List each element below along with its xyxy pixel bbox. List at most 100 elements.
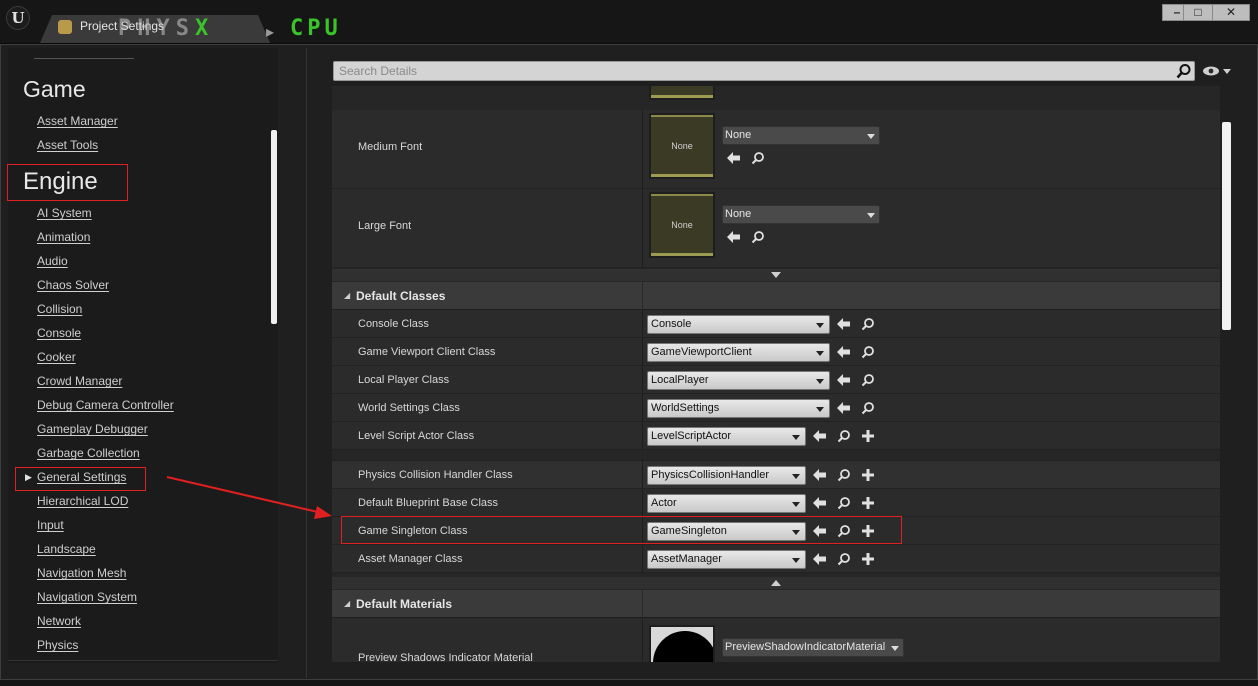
browse-magnifier-icon[interactable] xyxy=(861,401,875,415)
sidebar-item-asset-manager[interactable]: Asset Manager xyxy=(37,114,118,128)
use-selected-arrow-icon[interactable] xyxy=(727,151,741,165)
browse-magnifier-icon[interactable] xyxy=(837,552,851,566)
sidebar-item-physics[interactable]: Physics xyxy=(37,638,78,652)
column-divider xyxy=(642,394,643,422)
use-selected-arrow-icon[interactable] xyxy=(813,552,827,566)
chevron-down-icon xyxy=(816,323,824,328)
local-player-class-row: Local Player Class LocalPlayer xyxy=(332,366,1220,394)
asset-thumbnail[interactable]: None xyxy=(649,113,715,179)
category-default-materials[interactable]: ◢ Default Materials xyxy=(332,590,1220,618)
category-default-classes[interactable]: ◢ Default Classes xyxy=(332,282,1220,310)
search-details-input[interactable]: Search Details xyxy=(333,61,1195,81)
sidebar-item-collision[interactable]: Collision xyxy=(37,302,82,316)
use-selected-arrow-icon[interactable] xyxy=(727,230,741,244)
property-label: Large Font xyxy=(358,220,412,232)
sidebar-item-asset-tools[interactable]: Asset Tools xyxy=(37,138,98,152)
thumbnail-label: None xyxy=(671,220,693,230)
column-divider xyxy=(642,282,643,310)
sidebar-item-navigation-mesh[interactable]: Navigation Mesh xyxy=(37,566,126,580)
sidebar-item-landscape[interactable]: Landscape xyxy=(37,542,96,556)
browse-magnifier-icon[interactable] xyxy=(837,496,851,510)
sidebar-item-crowd-manager[interactable]: Crowd Manager xyxy=(37,374,122,388)
class-picker-combo[interactable]: Actor xyxy=(647,494,806,513)
browse-magnifier-icon[interactable] xyxy=(751,230,765,244)
material-asset-combo[interactable]: PreviewShadowIndicatorMaterial xyxy=(722,638,904,657)
class-picker-combo[interactable]: WorldSettings xyxy=(647,399,830,418)
chevron-down-icon xyxy=(867,213,875,218)
console-class-row: Console Class Console xyxy=(332,310,1220,338)
search-icon[interactable] xyxy=(1176,63,1192,79)
material-thumbnail[interactable] xyxy=(649,625,715,662)
advanced-collapser[interactable] xyxy=(332,577,1220,589)
maximize-button[interactable]: □ xyxy=(1183,4,1213,21)
use-selected-arrow-icon[interactable] xyxy=(837,373,851,387)
column-divider xyxy=(642,366,643,394)
highlight-box-engine xyxy=(7,164,128,201)
class-picker-combo[interactable]: AssetManager xyxy=(647,550,806,569)
physx-overlay-text: PHYSX xyxy=(118,16,215,41)
sidebar-item-navigation-system[interactable]: Navigation System xyxy=(37,590,137,604)
sidebar-item-input[interactable]: Input xyxy=(37,518,64,532)
browse-magnifier-icon[interactable] xyxy=(861,373,875,387)
sidebar-item-animation[interactable]: Animation xyxy=(37,230,90,244)
sidebar-item-ai-system[interactable]: AI System xyxy=(37,206,92,220)
class-picker-combo[interactable]: Console xyxy=(647,315,830,334)
close-button[interactable]: ✕ xyxy=(1212,4,1250,21)
class-picker-combo[interactable]: PhysicsCollisionHandler xyxy=(647,466,806,485)
use-selected-arrow-icon[interactable] xyxy=(837,401,851,415)
font-asset-combo[interactable]: None xyxy=(722,205,880,224)
sidebar-item-cooker[interactable]: Cooker xyxy=(37,350,76,364)
sidebar-divider xyxy=(34,58,134,59)
use-selected-arrow-icon[interactable] xyxy=(837,317,851,331)
browse-magnifier-icon[interactable] xyxy=(837,429,851,443)
use-selected-arrow-icon[interactable] xyxy=(813,496,827,510)
chevron-down-icon xyxy=(792,474,800,479)
sidebar-item-console[interactable]: Console xyxy=(37,326,81,340)
use-selected-arrow-icon[interactable] xyxy=(837,345,851,359)
font-asset-combo[interactable]: None xyxy=(722,126,880,145)
column-divider xyxy=(642,461,643,489)
sidebar-item-debug-camera-controller[interactable]: Debug Camera Controller xyxy=(37,398,174,412)
chevron-down-icon xyxy=(816,379,824,384)
sidebar-item-gameplay-debugger[interactable]: Gameplay Debugger xyxy=(37,422,148,436)
new-class-plus-icon[interactable] xyxy=(861,468,875,482)
property-label: World Settings Class xyxy=(358,402,460,414)
use-selected-arrow-icon[interactable] xyxy=(813,468,827,482)
browse-magnifier-icon[interactable] xyxy=(837,468,851,482)
class-picker-combo[interactable]: LocalPlayer xyxy=(647,371,830,390)
sidebar-bottom-divider xyxy=(8,660,278,661)
view-options-eye-icon[interactable] xyxy=(1202,64,1232,78)
class-picker-combo[interactable]: LevelScriptActor xyxy=(647,427,806,446)
column-divider xyxy=(642,618,643,662)
settings-sidebar: Game Asset Manager Asset Tools Engine AI… xyxy=(8,48,278,663)
unreal-logo-icon: U xyxy=(6,6,30,30)
sidebar-item-audio[interactable]: Audio xyxy=(37,254,68,268)
browse-magnifier-icon[interactable] xyxy=(861,345,875,359)
sidebar-item-garbage-collection[interactable]: Garbage Collection xyxy=(37,446,140,460)
new-class-plus-icon[interactable] xyxy=(861,496,875,510)
column-divider xyxy=(642,422,643,450)
browse-magnifier-icon[interactable] xyxy=(751,151,765,165)
sidebar-scrollbar[interactable] xyxy=(271,130,277,324)
sidebar-item-hierarchical-lod[interactable]: Hierarchical LOD xyxy=(37,494,128,508)
combo-value: AssetManager xyxy=(651,553,722,565)
property-label: Console Class xyxy=(358,318,429,330)
chevron-down-icon xyxy=(792,435,800,440)
use-selected-arrow-icon[interactable] xyxy=(813,429,827,443)
column-divider xyxy=(642,189,643,268)
browse-magnifier-icon[interactable] xyxy=(861,317,875,331)
new-class-plus-icon[interactable] xyxy=(861,552,875,566)
sidebar-item-network[interactable]: Network xyxy=(37,614,81,628)
new-class-plus-icon[interactable] xyxy=(861,429,875,443)
class-picker-combo[interactable]: GameViewportClient xyxy=(647,343,830,362)
advanced-expander[interactable] xyxy=(332,269,1220,281)
medium-font-row: Medium Font None None xyxy=(332,110,1220,189)
property-label: Game Viewport Client Class xyxy=(358,346,496,358)
combo-value: PhysicsCollisionHandler xyxy=(651,469,769,481)
combo-value: PreviewShadowIndicatorMaterial xyxy=(725,641,886,653)
column-divider xyxy=(642,338,643,366)
collapse-up-icon xyxy=(771,580,781,586)
sidebar-item-chaos-solver[interactable]: Chaos Solver xyxy=(37,278,109,292)
asset-thumbnail[interactable]: None xyxy=(649,192,715,258)
details-scrollbar[interactable] xyxy=(1222,122,1231,330)
